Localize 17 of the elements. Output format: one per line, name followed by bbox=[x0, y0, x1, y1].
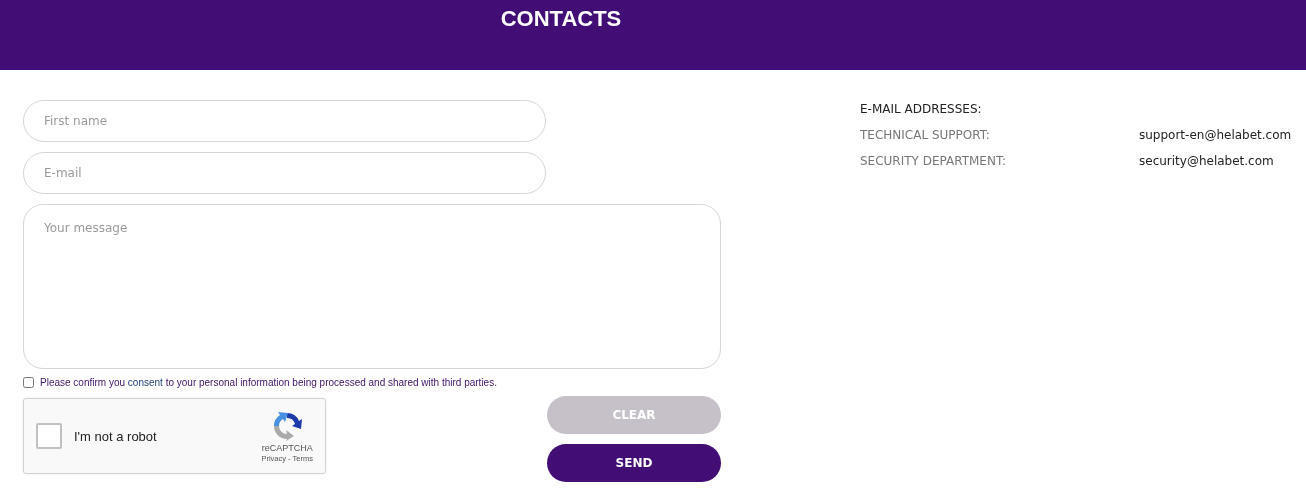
consent-checkbox[interactable] bbox=[23, 377, 34, 388]
send-button[interactable]: SEND bbox=[547, 444, 721, 482]
consent-text: Please confirm you consent to your personal information being processed and shared with third parties. bbox=[40, 377, 497, 388]
contact-label: TECHNICAL SUPPORT: bbox=[860, 128, 991, 142]
email-field[interactable]: E-mail bbox=[23, 152, 546, 194]
first-name-field[interactable]: First name bbox=[23, 100, 546, 142]
captcha-checkbox[interactable] bbox=[36, 423, 62, 449]
recaptcha-brand: reCAPTCHA bbox=[261, 442, 313, 453]
page-title: CONTACTS bbox=[500, 6, 622, 32]
message-field[interactable]: Your message bbox=[23, 204, 721, 369]
captcha-label: I'm not a robot bbox=[74, 428, 158, 444]
contact-email: security@helabet.com bbox=[1139, 154, 1275, 168]
contact-label: SECURITY DEPARTMENT: bbox=[860, 154, 1007, 168]
consent-link[interactable]: consent bbox=[127, 377, 163, 388]
recaptcha-logo-icon bbox=[271, 409, 304, 442]
contacts-heading: E-MAIL ADDRESSES: bbox=[860, 102, 983, 116]
contact-email: support-en@helabet.com bbox=[1139, 128, 1292, 142]
